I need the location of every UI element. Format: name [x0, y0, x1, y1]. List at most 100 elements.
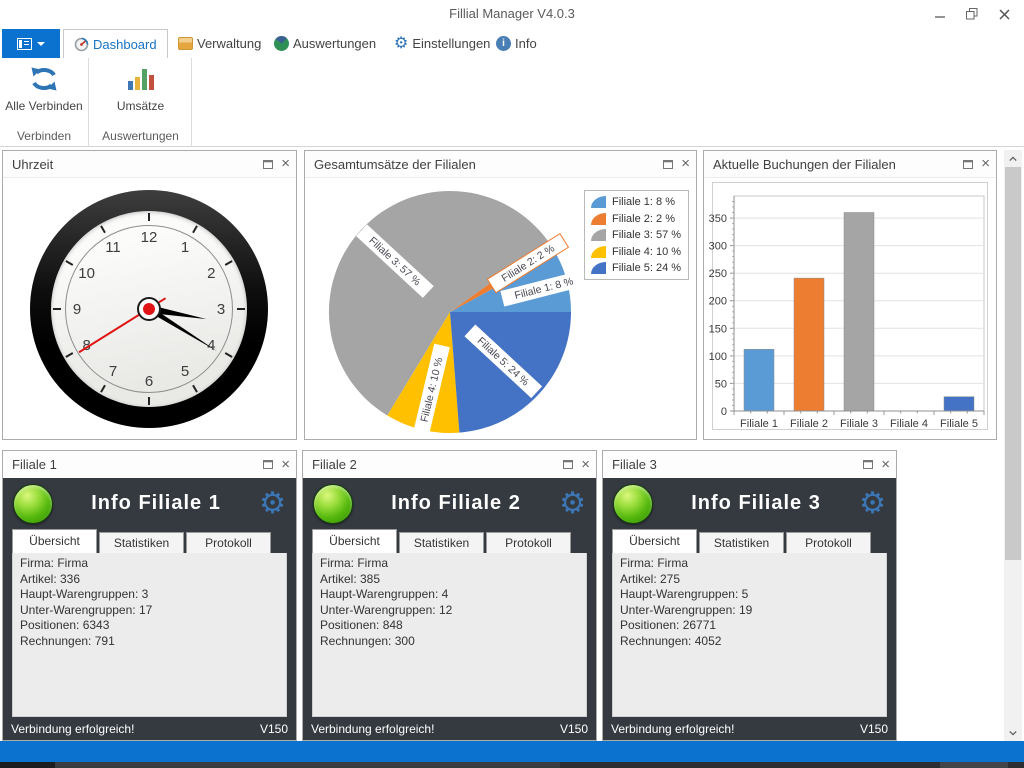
chevron-down-icon — [1009, 729, 1017, 737]
tab-protokoll[interactable]: Protokoll — [186, 532, 271, 553]
close-button[interactable] — [988, 0, 1020, 28]
tab-einstellungen[interactable]: ⚙ Einstellungen — [384, 29, 500, 58]
bar-filiale-3[interactable] — [844, 213, 874, 412]
tab-uebersicht[interactable]: Übersicht — [12, 529, 97, 553]
minimize-button[interactable] — [924, 0, 956, 28]
panel-close-button[interactable]: × — [281, 458, 290, 472]
info-line-firma: Firma: Firma — [620, 556, 879, 572]
clock-tick — [100, 225, 106, 233]
panel-uhrzeit: Uhrzeit × 123456789101112 — [2, 150, 297, 440]
dashboard-gauge-icon — [74, 37, 89, 52]
clock-numeral: 7 — [103, 363, 123, 379]
status-led-green — [313, 484, 353, 524]
y-tick-label: 200 — [709, 296, 727, 308]
info-line-firma: Firma: Firma — [20, 556, 279, 572]
panel-titlebar: Gesamtumsätze der Filialen × — [305, 151, 696, 178]
sync-arrows-icon — [28, 62, 60, 96]
ribbon: Alle Verbinden Verbinden Umsätze Auswert… — [0, 58, 1024, 147]
panel-title: Filiale 3 — [612, 457, 863, 472]
alle-verbinden-button[interactable]: Alle Verbinden — [0, 62, 88, 128]
filiale-info-row: Info Filiale 1 ⚙ — [3, 478, 296, 529]
tab-protokoll[interactable]: Protokoll — [486, 532, 571, 553]
info-line-firma: Firma: Firma — [320, 556, 579, 572]
application-menu-button[interactable] — [2, 29, 60, 58]
clock-center-cap — [139, 299, 159, 319]
status-led-green — [13, 484, 53, 524]
panel-maximize-button[interactable] — [863, 460, 873, 469]
tab-uebersicht[interactable]: Übersicht — [612, 529, 697, 553]
settings-gear-icon[interactable]: ⚙ — [559, 489, 586, 519]
panel-titlebar: Aktuelle Buchungen der Filialen × — [704, 151, 996, 178]
clock-tick — [237, 308, 245, 310]
info-line-unterwarengruppen: Unter-Warengruppen: 17 — [20, 603, 279, 619]
y-tick-label: 50 — [715, 378, 727, 390]
y-tick-label: 250 — [709, 268, 727, 280]
chevron-down-icon — [37, 42, 45, 46]
info-line-artikel: Artikel: 336 — [20, 572, 279, 588]
filiale-body: Info Filiale 2 ⚙ Übersicht Statistiken P… — [303, 478, 596, 740]
filiale-body: Info Filiale 3 ⚙ Übersicht Statistiken P… — [603, 478, 896, 740]
filiale-tabs: Übersicht Statistiken Protokoll — [303, 529, 596, 553]
tab-protokoll[interactable]: Protokoll — [786, 532, 871, 553]
filiale-statusbar: Verbindung erfolgreich! V150 — [603, 717, 896, 740]
version-label: V150 — [560, 722, 588, 736]
bar-filiale-2[interactable] — [794, 278, 824, 411]
tab-statistiken[interactable]: Statistiken — [699, 532, 784, 553]
info-line-unterwarengruppen: Unter-Warengruppen: 19 — [620, 603, 879, 619]
y-tick-label: 350 — [709, 213, 727, 225]
info-line-hauptwarengruppen: Haupt-Warengruppen: 3 — [20, 587, 279, 603]
panel-maximize-button[interactable] — [263, 460, 273, 469]
panel-close-button[interactable]: × — [581, 458, 590, 472]
filiale-overview-content: Firma: Firma Artikel: 275 Haupt-Warengru… — [612, 553, 887, 717]
scrollbar-thumb[interactable] — [1005, 167, 1021, 560]
version-label: V150 — [260, 722, 288, 736]
panel-aktuelle-buchungen: Aktuelle Buchungen der Filialen × 050100… — [703, 150, 997, 440]
connection-status: Verbindung erfolgreich! — [11, 722, 134, 736]
panel-maximize-button[interactable] — [263, 160, 273, 169]
tab-verwaltung[interactable]: Verwaltung — [168, 29, 271, 58]
tab-dashboard[interactable]: Dashboard — [63, 29, 168, 58]
vertical-scrollbar[interactable] — [1004, 150, 1022, 741]
tab-label: Verwaltung — [197, 36, 261, 51]
clock-numeral: 3 — [211, 301, 231, 317]
filiale-body: Info Filiale 1 ⚙ Übersicht Statistiken P… — [3, 478, 296, 740]
tab-info[interactable]: i Info — [486, 29, 547, 58]
settings-gear-icon[interactable]: ⚙ — [859, 489, 886, 519]
tab-statistiken[interactable]: Statistiken — [99, 532, 184, 553]
panel-maximize-button[interactable] — [963, 160, 973, 169]
tab-statistiken[interactable]: Statistiken — [399, 532, 484, 553]
legend-label: Filiale 5: 24 % — [612, 262, 681, 274]
restore-button[interactable] — [956, 0, 988, 28]
umsaetze-button[interactable]: Umsätze — [90, 62, 191, 128]
legend-swatch-filiale-3 — [591, 229, 606, 241]
bar-filiale-5[interactable] — [944, 397, 974, 411]
taskbar-segment — [0, 762, 55, 768]
scroll-down-button[interactable] — [1004, 724, 1022, 741]
connection-status: Verbindung erfolgreich! — [611, 722, 734, 736]
clock-numeral: 5 — [175, 363, 195, 379]
bar-chart-icon — [128, 62, 154, 96]
x-category-label: Filiale 3 — [840, 418, 878, 430]
panel-maximize-button[interactable] — [663, 160, 673, 169]
panel-maximize-button[interactable] — [563, 460, 573, 469]
panel-close-button[interactable]: × — [681, 157, 690, 171]
y-tick-label: 100 — [709, 351, 727, 363]
legend-swatch-filiale-1 — [591, 196, 606, 208]
info-icon: i — [496, 36, 511, 51]
panel-close-button[interactable]: × — [981, 157, 990, 171]
tab-uebersicht[interactable]: Übersicht — [312, 529, 397, 553]
scroll-up-button[interactable] — [1004, 150, 1022, 167]
panel-close-button[interactable]: × — [881, 458, 890, 472]
ribbon-group-verbinden: Alle Verbinden Verbinden — [0, 58, 89, 146]
settings-gear-icon[interactable]: ⚙ — [259, 489, 286, 519]
pie-chart-icon — [274, 36, 289, 51]
info-line-positionen: Positionen: 26771 — [620, 618, 879, 634]
filiale-info-title: Info Filiale 3 — [653, 492, 859, 515]
tab-auswertungen[interactable]: Auswertungen — [264, 29, 386, 58]
panel-close-button[interactable]: × — [281, 157, 290, 171]
taskbar-edge — [0, 762, 1024, 768]
x-category-label: Filiale 5 — [940, 418, 978, 430]
bar-filiale-1[interactable] — [744, 349, 774, 411]
x-category-label: Filiale 4 — [890, 418, 928, 430]
bar-panel-body: 050100150200250300350Filiale 1Filiale 2F… — [704, 178, 996, 439]
